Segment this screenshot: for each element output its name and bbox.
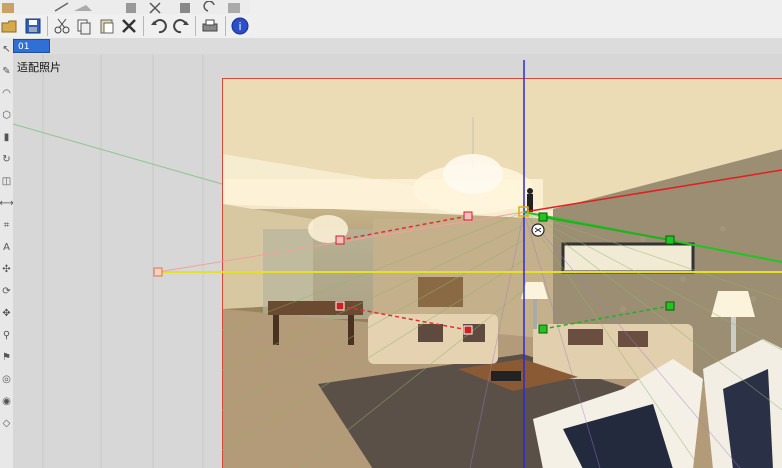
red-bar-upper[interactable] [339, 215, 469, 241]
green-bar-handle[interactable] [538, 324, 548, 334]
green-bar-handle[interactable] [665, 235, 675, 245]
red-bar-handle[interactable] [463, 211, 473, 221]
red-bar-handle[interactable] [463, 325, 473, 335]
perspective-grid [221, 211, 782, 468]
hand-cursor-icon [531, 223, 545, 237]
red-bar-handle[interactable] [335, 301, 345, 311]
horizon-handle[interactable] [153, 267, 163, 277]
red-axis [523, 169, 782, 213]
green-bar-upper[interactable] [542, 216, 671, 241]
photo-match-overlay [153, 60, 782, 468]
green-bar-handle[interactable] [538, 212, 548, 222]
red-bar-lower[interactable] [339, 305, 469, 331]
green-bar-handle[interactable] [665, 301, 675, 311]
red-bar-handle[interactable] [335, 235, 345, 245]
